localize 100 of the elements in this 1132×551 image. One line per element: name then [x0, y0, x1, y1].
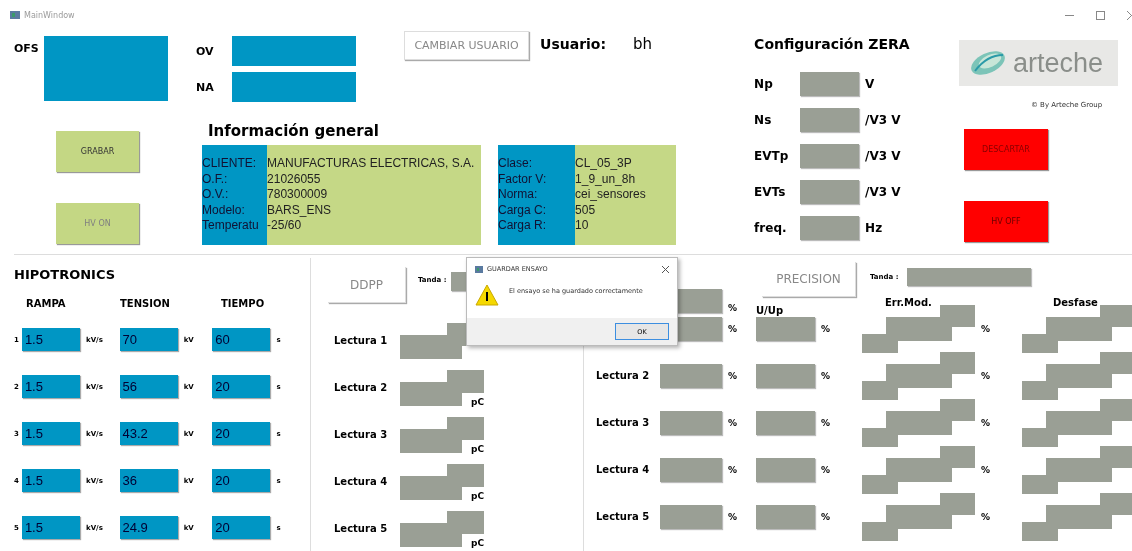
logo-text: arteche	[1012, 47, 1103, 79]
info-label: CLIENTE:	[202, 156, 258, 172]
input-field[interactable]	[800, 108, 860, 132]
input-field[interactable]: 20	[212, 375, 271, 398]
reading-label: Lectura 5	[334, 523, 389, 534]
maximize-icon[interactable]	[1096, 10, 1105, 20]
unit-label: %	[727, 417, 739, 428]
swirl-logo-icon	[968, 49, 1007, 77]
unit-label: %	[820, 417, 832, 428]
input-field[interactable]	[44, 36, 168, 101]
input-field[interactable]: 20	[212, 516, 271, 539]
column-header: Err.Mod.	[885, 297, 933, 308]
input-field[interactable]	[232, 72, 357, 102]
input-field[interactable]	[756, 410, 815, 435]
info-label: Carga C:	[498, 202, 548, 218]
input-field[interactable]: 24.9	[119, 516, 178, 539]
mode-button[interactable]: DDPP	[328, 267, 406, 303]
user-label: Usuario:	[540, 36, 607, 54]
unit-label: pC	[470, 396, 484, 407]
unit-label: pC	[470, 490, 484, 501]
input-field[interactable]	[756, 504, 815, 529]
field-label: freq.	[754, 221, 788, 235]
input-field[interactable]: 1.5	[21, 516, 81, 539]
user-value: bh	[633, 35, 653, 55]
unit-label: %	[727, 464, 739, 475]
app-icon	[475, 265, 483, 273]
input-field[interactable]	[800, 144, 860, 168]
unit-label: %	[727, 370, 739, 381]
field-label: Np	[754, 77, 774, 91]
info-label: Temperatu	[202, 218, 260, 234]
window-title: MainWindow	[24, 10, 75, 20]
unit-label: %	[980, 464, 992, 475]
info-label: O.V.:	[202, 187, 230, 203]
field-label: OFS	[14, 41, 40, 57]
input-field[interactable]: 56	[119, 375, 178, 398]
input-field[interactable]: 1.5	[21, 375, 81, 398]
action-button[interactable]: GRABAR	[56, 131, 139, 172]
input-field[interactable]: 20	[212, 469, 271, 492]
section-title: HIPOTRONICS	[14, 267, 117, 284]
input-field[interactable]	[800, 72, 860, 96]
warning-icon	[475, 284, 499, 306]
input-field[interactable]: 43.2	[119, 422, 178, 445]
info-value: 1_9_un_8h	[575, 171, 637, 187]
unit-label: V	[865, 77, 875, 91]
input-field[interactable]	[756, 457, 815, 482]
unit-label: Hz	[865, 221, 883, 235]
app-icon	[10, 11, 20, 19]
info-label: Factor V:	[498, 171, 548, 187]
unit-label: %	[980, 511, 992, 522]
unit-label: %	[820, 511, 832, 522]
info-value: 505	[575, 202, 597, 218]
column-header: Desfase	[1053, 297, 1098, 308]
minimize-icon[interactable]	[1065, 14, 1074, 16]
reading-label: Lectura 4	[596, 464, 651, 475]
info-value: -25/60	[267, 218, 303, 234]
input-field[interactable]	[660, 504, 722, 529]
field-label: OV	[196, 44, 215, 58]
input-field[interactable]	[660, 363, 722, 388]
input-field[interactable]	[756, 316, 815, 341]
unit-label: /V3 V	[865, 113, 901, 127]
info-label: Modelo:	[202, 202, 246, 218]
unit-label: %	[727, 303, 738, 313]
info-label: O.F.:	[202, 171, 229, 187]
field-label: Ns	[754, 113, 773, 127]
reading-label: Lectura 1	[334, 335, 389, 346]
reading-label: Lectura 3	[596, 417, 651, 428]
info-label: Norma:	[498, 187, 539, 203]
input-field[interactable]: 1.5	[21, 328, 81, 351]
reading-label: Lectura 2	[596, 370, 651, 381]
input-field[interactable]: 36	[119, 469, 178, 492]
close-icon[interactable]	[662, 265, 669, 273]
input-field[interactable]	[660, 457, 722, 482]
input-field[interactable]: 20	[212, 422, 271, 445]
mode-button[interactable]: PRECISION	[762, 262, 856, 297]
input-field[interactable]: 1.5	[21, 469, 81, 492]
input-field[interactable]	[232, 36, 357, 66]
unit-label: %	[820, 370, 832, 381]
input-field[interactable]: 60	[212, 328, 271, 351]
info-label: Clase:	[498, 156, 534, 172]
input-field[interactable]	[800, 180, 860, 204]
info-value: 780300009	[267, 187, 329, 203]
info-value: CL_05_3P	[575, 156, 633, 172]
close-icon[interactable]	[1127, 10, 1132, 20]
input-field[interactable]: 70	[119, 328, 178, 351]
input-field[interactable]	[756, 363, 815, 388]
input-field[interactable]	[800, 216, 860, 240]
column-header: TIEMPO	[221, 298, 266, 311]
reading-label: Lectura 4	[334, 476, 389, 487]
unit-label: /V3 V	[865, 149, 901, 163]
unit-label: %	[980, 417, 992, 428]
input-field[interactable]: 1.5	[21, 422, 81, 445]
field-label: NA	[196, 80, 215, 94]
input-field[interactable]	[660, 410, 722, 435]
reading-label: Lectura 2	[334, 382, 389, 393]
column-header: RAMPA	[26, 298, 67, 311]
unit-label: %	[727, 511, 739, 522]
unit-label: pC	[470, 443, 484, 454]
input-field[interactable]	[906, 268, 1031, 286]
info-label: Carga R:	[498, 218, 548, 234]
change-user-button[interactable]: CAMBIAR USUARIO	[404, 31, 530, 60]
